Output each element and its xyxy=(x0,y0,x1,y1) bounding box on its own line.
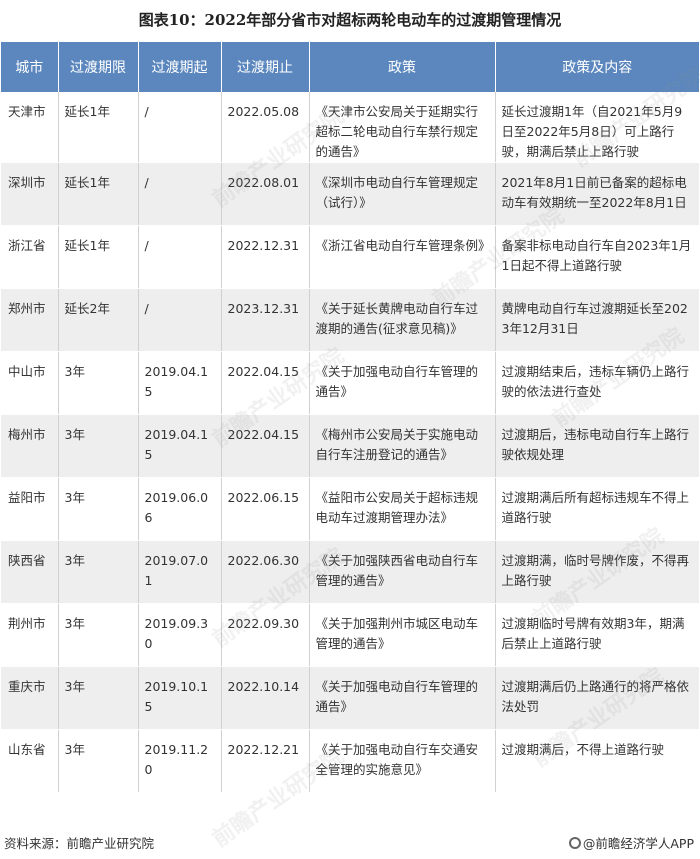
table-cell: 荆州市 xyxy=(1,603,59,667)
table-cell: / xyxy=(138,225,222,289)
table-cell: 陕西省 xyxy=(1,540,59,604)
header-end: 过渡期止 xyxy=(221,42,310,92)
table-cell: 2019.11.20 xyxy=(138,729,222,793)
table-row: 陕西省 3年 2019.07.01 2022.06.30 《关于加强陕西省电动自行车管理… xyxy=(1,540,699,604)
header-content: 政策及内容 xyxy=(495,42,699,92)
table-cell: 《深圳市电动自行车管理规定（试行）》 xyxy=(309,162,496,226)
app-credit-text: @前瞻经济学人APP xyxy=(582,836,694,851)
table-title: 图表10：2022年部分省市对超标两轮电动车的过渡期管理情况 xyxy=(138,11,562,29)
table-cell: 过渡期满后所有超标违规车不得上道路行驶 xyxy=(495,477,699,541)
table-cell: 延长过渡期1年（自2021年5月9日至2022年5月8日）可上路行驶，期满后禁止… xyxy=(495,92,699,163)
table-cell: 《浙江省电动自行车管理条例》 xyxy=(309,225,496,289)
table-cell: 2021年8月1日前已备案的超标电动车有效期统一至2022年8月1日 xyxy=(495,162,699,226)
table-cell: 3年 xyxy=(58,414,139,478)
table-row: 中山市 3年 2019.04.15 2022.04.15 《关于加强电动自行车管理的通告… xyxy=(1,351,699,415)
table-cell: 梅州市 xyxy=(1,414,59,478)
table-row: 益阳市 3年 2019.06.06 2022.06.15 《益阳市公安局关于超标违规电动… xyxy=(1,477,699,541)
table-cell: 2019.09.30 xyxy=(138,603,222,667)
table-cell: 《益阳市公安局关于超标违规电动车过渡期管理办法》 xyxy=(309,477,496,541)
table-row: 浙江省 延长1年/2022.12.31 《浙江省电动自行车管理条例》 备案非标电动自行… xyxy=(1,225,699,289)
table-cell: 中山市 xyxy=(1,351,59,415)
table-cell: 3年 xyxy=(58,603,139,667)
table-cell: / xyxy=(138,288,222,352)
table-cell: 天津市 xyxy=(1,92,59,163)
table-cell: 过渡期满，临时号牌作废，不得再上路行驶 xyxy=(495,540,699,604)
table-cell: 2019.04.15 xyxy=(138,351,222,415)
table-row: 天津市 延长1年/2022.05.08 《天津市公安局关于延期实行超标二轮电动自行车… xyxy=(1,92,699,163)
table-cell: 过渡期满后仍上路通行的将严格依法处罚 xyxy=(495,666,699,730)
table-cell: 2019.10.15 xyxy=(138,666,222,730)
table-cell: 过渡期满后，不得上道路行驶 xyxy=(495,729,699,793)
table-cell: 《关于延长黄牌电动自行车过渡期的通告(征求意见稿)》 xyxy=(309,288,496,352)
table-cell: 备案非标电动自行车自2023年1月1日起不得上道路行驶 xyxy=(495,225,699,289)
table-cell: 2022.12.31 xyxy=(221,225,310,289)
header-start: 过渡期起 xyxy=(138,42,222,92)
table-row: 深圳市 延长1年/2022.08.01 《深圳市电动自行车管理规定（试行）》 2021… xyxy=(1,162,699,226)
table-row: 重庆市 3年 2019.10.15 2022.10.14 《关于加强电动自行车管理的通告… xyxy=(1,666,699,730)
table-cell: 郑州市 xyxy=(1,288,59,352)
table-cell: 《关于加强电动自行车管理的通告》 xyxy=(309,666,496,730)
table-cell: 2022.06.15 xyxy=(221,477,310,541)
source-note: 资料来源：前瞻产业研究院 xyxy=(4,836,155,851)
table-cell: 《梅州市公安局关于实施电动自行车注册登记的通告》 xyxy=(309,414,496,478)
table-cell: 2019.07.01 xyxy=(138,540,222,604)
table-cell: 深圳市 xyxy=(1,162,59,226)
table-cell: 过渡期结束后，违标车辆仍上路行驶的依法进行查处 xyxy=(495,351,699,415)
app-credit: @前瞻经济学人APP xyxy=(568,833,694,852)
table-cell: / xyxy=(138,162,222,226)
header-city: 城市 xyxy=(1,42,59,92)
table-cell: 山东省 xyxy=(1,729,59,793)
table-cell: 2022.06.30 xyxy=(221,540,310,604)
table-cell: 3年 xyxy=(58,729,139,793)
table-cell: 2022.05.08 xyxy=(221,92,310,163)
table-cell: 过渡期临时号牌有效期3年，期满后禁止上道路行驶 xyxy=(495,603,699,667)
table-cell: 浙江省 xyxy=(1,225,59,289)
table-cell: 延长2年 xyxy=(58,288,139,352)
header-policy: 政策 xyxy=(309,42,496,92)
table-cell: 《天津市公安局关于延期实行超标二轮电动自行车禁行规定的通告》 xyxy=(309,92,496,163)
table-row: 梅州市 3年 2019.04.15 2022.04.15 《梅州市公安局关于实施电动自行… xyxy=(1,414,699,478)
table-cell: 益阳市 xyxy=(1,477,59,541)
policy-table: 城市 过渡期限 过渡期起 过渡期止 政策 政策及内容 天津市 延长1年/2022.… xyxy=(1,42,699,793)
table-cell: 3年 xyxy=(58,477,139,541)
table-cell: 延长1年 xyxy=(58,92,139,163)
table-cell: 2022.04.15 xyxy=(221,414,310,478)
table-cell: 延长1年 xyxy=(58,162,139,226)
table-cell: 延长1年 xyxy=(58,225,139,289)
table-cell: 2022.09.30 xyxy=(221,603,310,667)
table-cell: 2022.04.15 xyxy=(221,351,310,415)
header-row: 城市 过渡期限 过渡期起 过渡期止 政策 政策及内容 xyxy=(1,42,699,92)
header-period: 过渡期限 xyxy=(58,42,139,92)
table-cell: 2019.04.15 xyxy=(138,414,222,478)
table-row: 荆州市 3年 2019.09.30 2022.09.30 《关于加强荆州市城区电动车管理… xyxy=(1,603,699,667)
table-cell: 3年 xyxy=(58,351,139,415)
table-cell: 2022.08.01 xyxy=(221,162,310,226)
table-cell: 2022.12.21 xyxy=(221,729,310,793)
table-cell: 《关于加强陕西省电动自行车管理的通告》 xyxy=(309,540,496,604)
table-cell: 2019.06.06 xyxy=(138,477,222,541)
table-cell: 《关于加强电动自行车交通安全管理的实施意见》 xyxy=(309,729,496,793)
table-cell: 2022.10.14 xyxy=(221,666,310,730)
table-cell: 重庆市 xyxy=(1,666,59,730)
table-cell: 3年 xyxy=(58,540,139,604)
table-cell: 《关于加强电动自行车管理的通告》 xyxy=(309,351,496,415)
table-cell: 《关于加强荆州市城区电动车管理的通告》 xyxy=(309,603,496,667)
table-cell: 黄牌电动自行车过渡期延长至2023年12月31日 xyxy=(495,288,699,352)
table-row: 郑州市 延长2年/2023.12.31 《关于延长黄牌电动自行车过渡期的通告(征求意… xyxy=(1,288,699,352)
table-cell: / xyxy=(138,92,222,163)
table-cell: 2023.12.31 xyxy=(221,288,310,352)
table-row: 山东省 3年 2019.11.20 2022.12.21 《关于加强电动自行车交通安全管… xyxy=(1,729,699,793)
table-cell: 3年 xyxy=(58,666,139,730)
app-logo-icon xyxy=(568,837,581,849)
table-cell: 过渡期后，违标电动自行车上路行驶依规处理 xyxy=(495,414,699,478)
